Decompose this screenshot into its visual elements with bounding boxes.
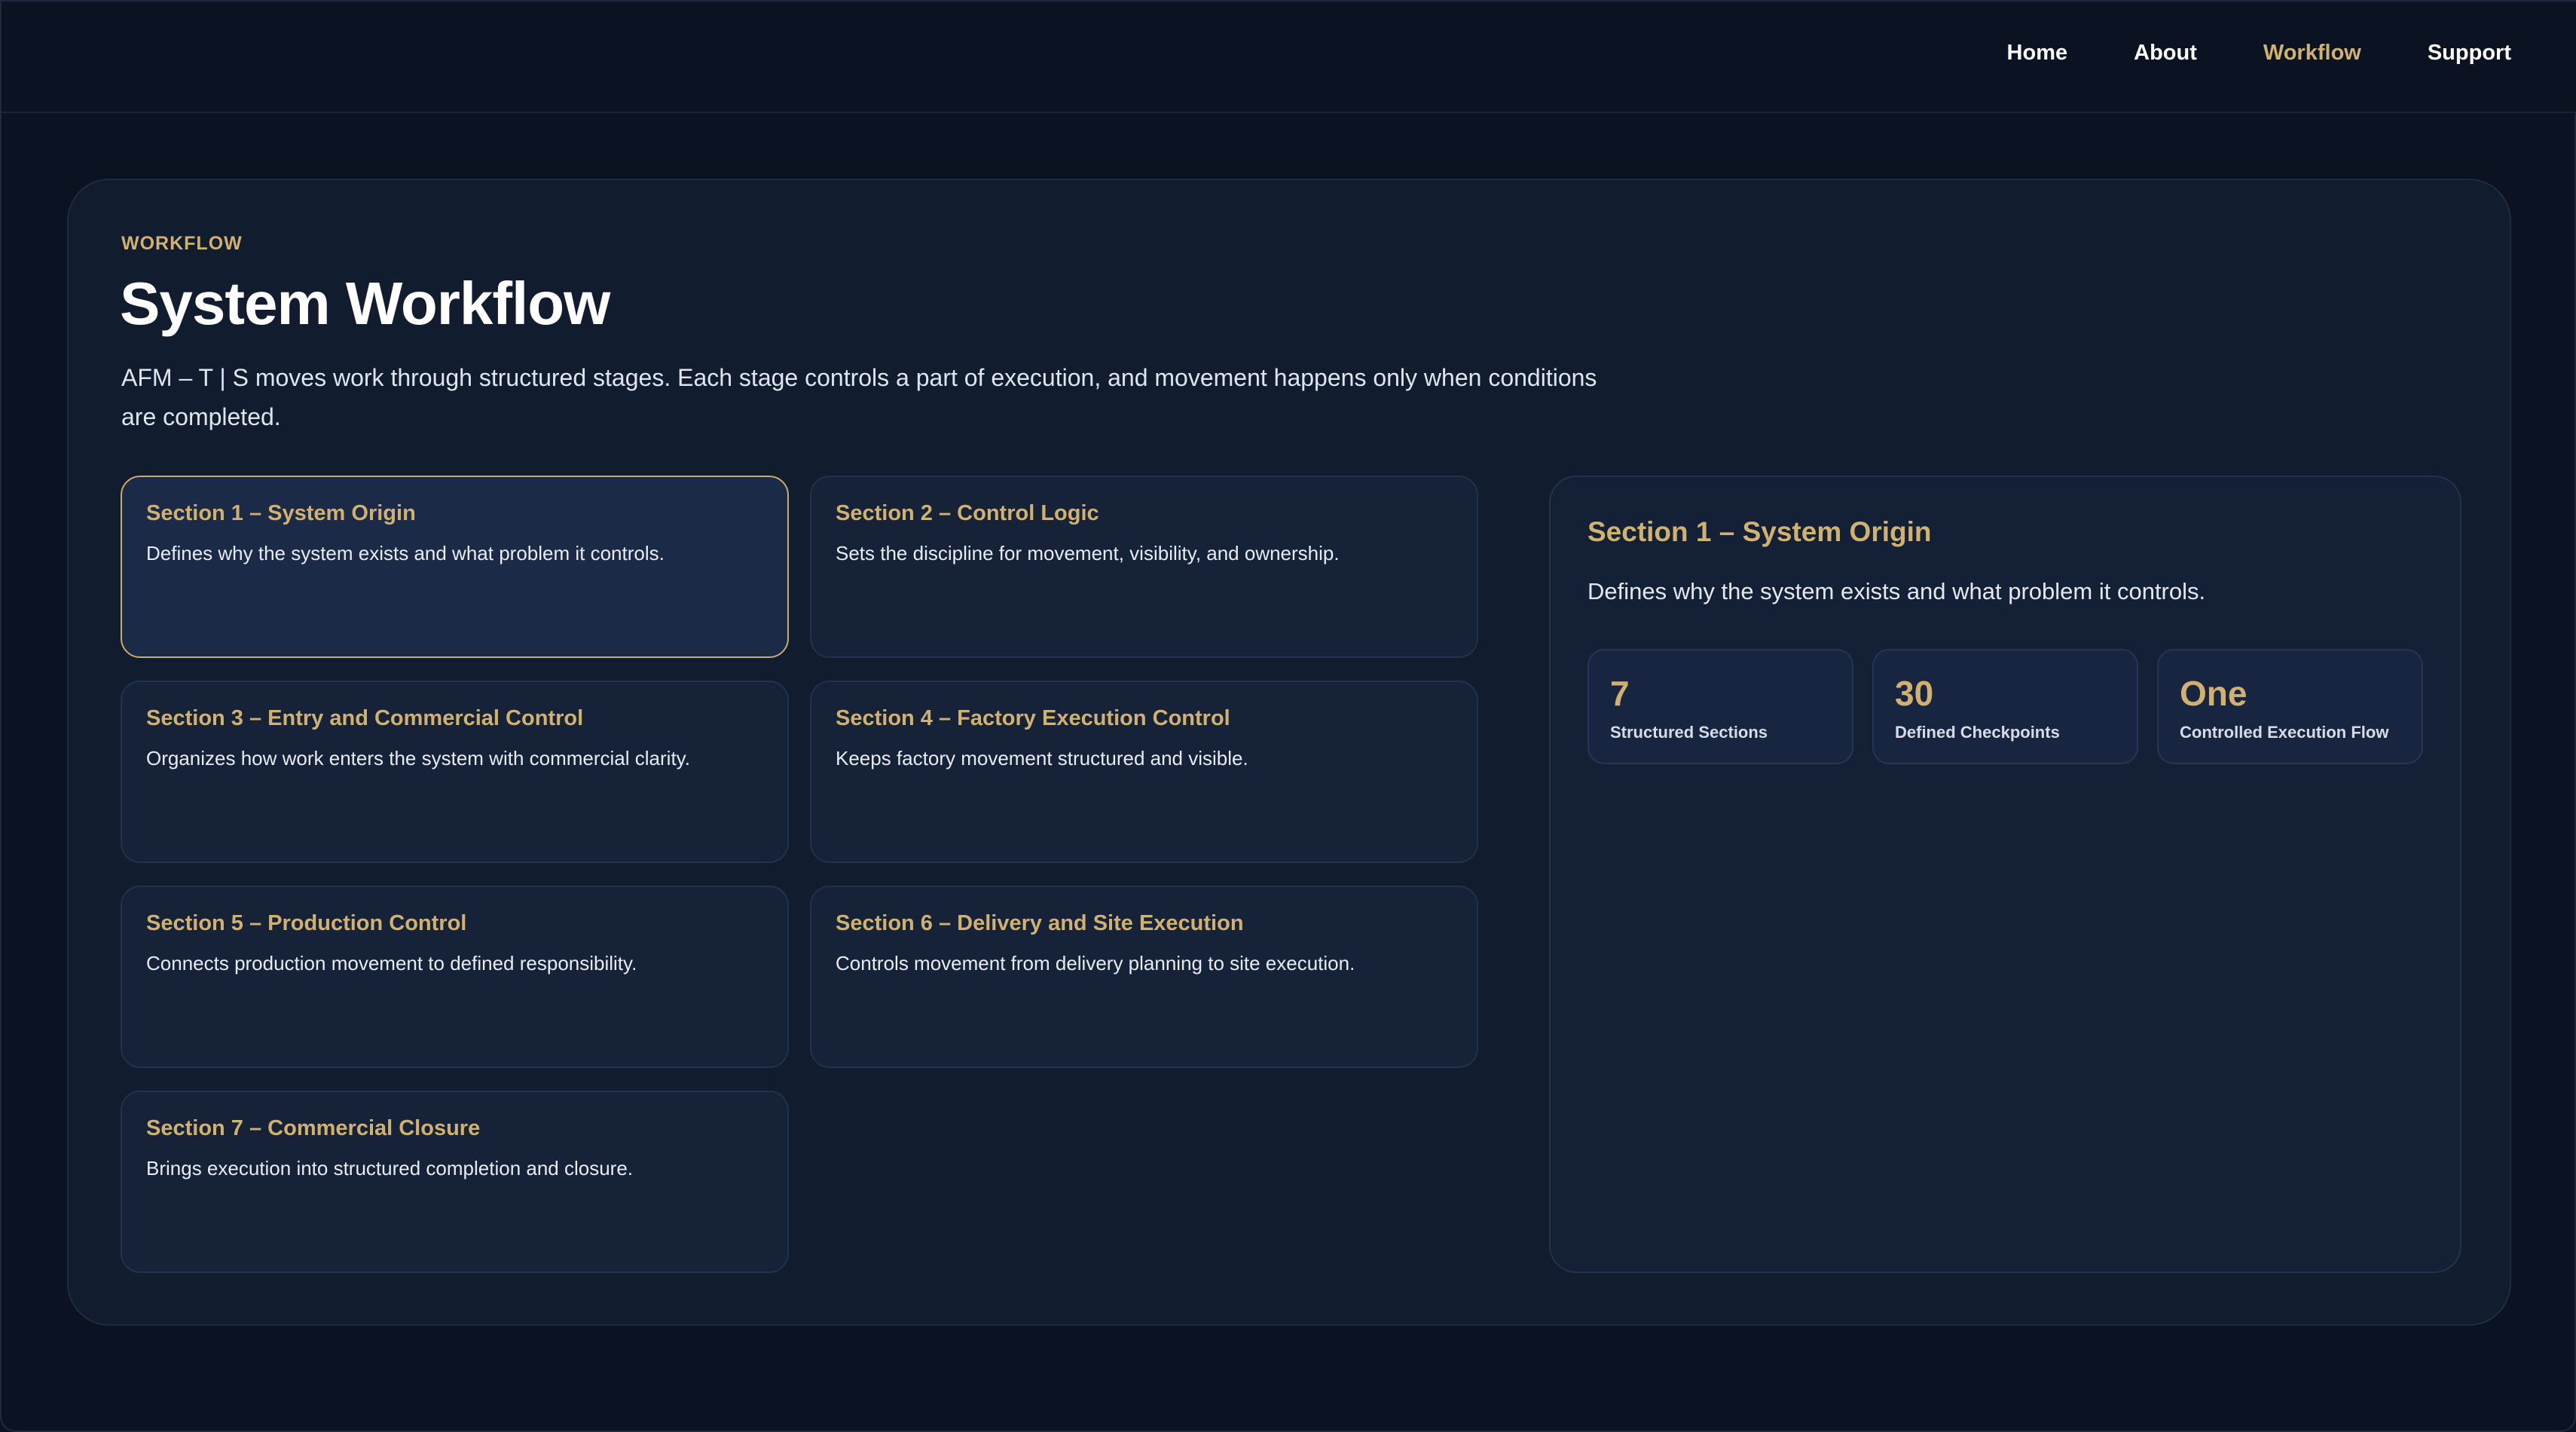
detail-description: Defines why the system exists and what p…: [1587, 578, 2206, 604]
section-card-title: Section 7 – Commercial Closure: [146, 1116, 481, 1140]
section-card-description: Brings execution into structured complet…: [146, 1157, 634, 1180]
stat-label: Controlled Execution Flow: [2180, 723, 2389, 742]
section-card-description: Sets the discipline for movement, visibi…: [836, 542, 1340, 565]
app-window: Home About Workflow Support WORKFLOW Sys…: [0, 0, 2576, 1432]
section-card-4[interactable]: Section 4 – Factory Execution Control Ke…: [810, 681, 1478, 863]
section-card-2[interactable]: Section 2 – Control Logic Sets the disci…: [810, 476, 1478, 658]
page-intro: AFM – T | S moves work through structure…: [121, 364, 1597, 430]
stat-card-checkpoints: 30 Defined Checkpoints: [1872, 649, 2138, 764]
top-navigation-bar: Home About Workflow Support: [2, 2, 2576, 113]
section-card-title: Section 5 – Production Control: [146, 911, 467, 935]
section-card-3[interactable]: Section 3 – Entry and Commercial Control…: [121, 681, 789, 863]
section-card-description: Keeps factory movement structured and vi…: [836, 747, 1248, 770]
section-card-title: Section 1 – System Origin: [146, 501, 416, 525]
section-eyebrow: WORKFLOW: [121, 233, 243, 254]
stat-label: Structured Sections: [1610, 723, 1768, 742]
section-card-title: Section 3 – Entry and Commercial Control: [146, 706, 584, 730]
section-detail-panel: Section 1 – System Origin Defines why th…: [1549, 476, 2461, 1273]
section-card-description: Controls movement from delivery planning…: [836, 952, 1355, 975]
section-card-title: Section 4 – Factory Execution Control: [836, 706, 1230, 730]
section-card-7[interactable]: Section 7 – Commercial Closure Brings ex…: [121, 1091, 789, 1273]
section-card-5[interactable]: Section 5 – Production Control Connects …: [121, 886, 789, 1068]
nav-support-link[interactable]: Support: [2428, 41, 2511, 66]
section-card-description: Connects production movement to defined …: [146, 952, 637, 975]
page-title: System Workflow: [120, 270, 610, 337]
nav-home-link[interactable]: Home: [2007, 41, 2068, 66]
section-card-6[interactable]: Section 6 – Delivery and Site Execution …: [810, 886, 1478, 1068]
stat-value: One: [2180, 674, 2248, 713]
stat-value: 30: [1895, 674, 1934, 713]
stat-card-sections: 7 Structured Sections: [1587, 649, 1853, 764]
section-card-title: Section 6 – Delivery and Site Execution: [836, 911, 1244, 935]
nav-about-link[interactable]: About: [2134, 41, 2197, 66]
section-card-description: Defines why the system exists and what p…: [146, 542, 665, 565]
main-nav: Home About Workflow Support: [2007, 41, 2511, 66]
section-card-description: Organizes how work enters the system wit…: [146, 747, 690, 770]
section-card-title: Section 2 – Control Logic: [836, 501, 1099, 525]
stat-card-execution-flow: One Controlled Execution Flow: [2157, 649, 2423, 764]
section-card-1[interactable]: Section 1 – System Origin Defines why th…: [121, 476, 789, 658]
detail-title: Section 1 – System Origin: [1587, 516, 1932, 547]
stat-label: Defined Checkpoints: [1895, 723, 2060, 742]
stat-value: 7: [1610, 674, 1630, 713]
nav-workflow-link[interactable]: Workflow: [2263, 41, 2361, 66]
workflow-panel: WORKFLOW System Workflow AFM – T | S mov…: [67, 179, 2511, 1326]
